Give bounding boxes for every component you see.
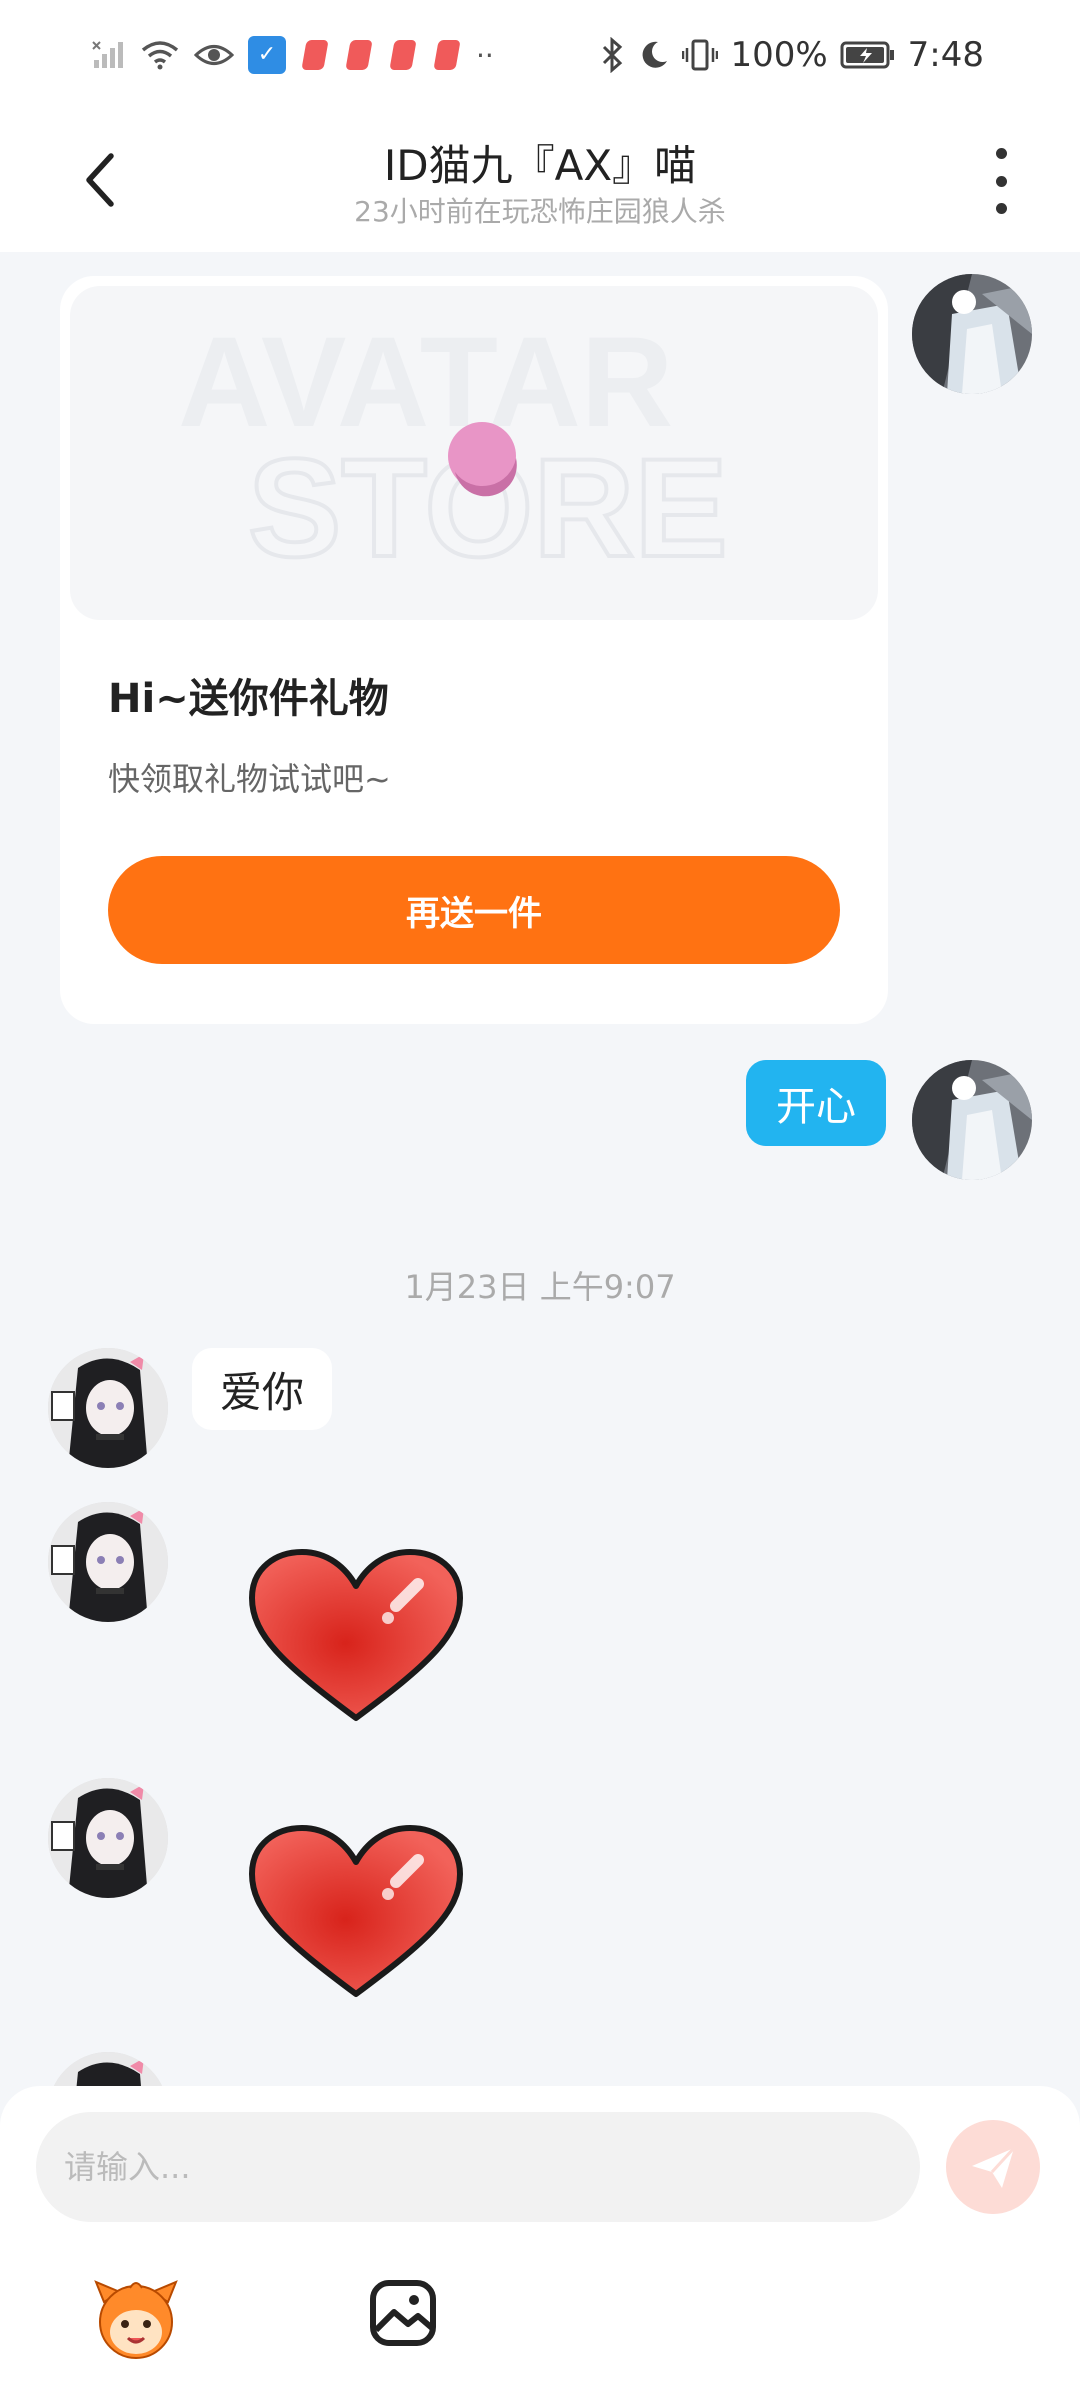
app-notification-icon-4 [433, 40, 461, 70]
gift-heading: Hi~送你件礼物 [108, 676, 389, 722]
emoji-button[interactable] [90, 2272, 182, 2364]
clock: 7:48 [907, 35, 984, 75]
more-notifications-icon: ·· [476, 38, 494, 72]
chat-screen: ✓ ·· 100% 7:48 ID猫九『AX』喵 23小时前在玩恐怖庄园狼人杀 … [0, 0, 1080, 2400]
heart-sticker-icon [249, 1549, 463, 1721]
emoji-mascot-icon [94, 2280, 178, 2359]
app-notification-icon-1 [301, 40, 329, 70]
more-options-button[interactable] [986, 148, 1016, 214]
heart-sticker[interactable] [246, 1822, 466, 2002]
my-avatar[interactable] [912, 274, 1032, 394]
moon-icon [643, 41, 668, 68]
app-notification-icon: ✓ [248, 36, 286, 74]
gift-card[interactable]: AVATAR STORE Hi~送你件礼物 快领取礼物试试吧~ 再送一件 [60, 276, 888, 1024]
send-another-gift-button[interactable]: 再送一件 [108, 856, 840, 964]
battery-percent: 100% [730, 35, 828, 75]
image-button[interactable] [368, 2278, 438, 2348]
heart-sticker[interactable] [246, 1546, 466, 1726]
send-icon [972, 2146, 1016, 2188]
gift-description: 快领取礼物试试吧~ [108, 760, 391, 798]
message-input[interactable] [36, 2112, 920, 2222]
wifi-icon [141, 41, 179, 70]
my-avatar[interactable] [912, 1060, 1032, 1180]
incoming-message-bubble[interactable]: 爱你 [192, 1348, 332, 1430]
message-timestamp: 1月23日 上午9:07 [404, 1268, 676, 1306]
avatar-image [48, 1348, 168, 1468]
contact-status: 23小时前在玩恐怖庄园狼人杀 [354, 195, 726, 228]
status-bar-left: ✓ ·· [92, 30, 494, 80]
more-icon [995, 148, 1007, 159]
app-notification-icon-3 [389, 40, 417, 70]
composer [0, 2086, 1080, 2400]
avatar-image [912, 1060, 1032, 1180]
avatar-image [48, 1778, 168, 1898]
contact-avatar[interactable] [48, 1778, 168, 1898]
app-notification-icon-2 [345, 40, 373, 70]
avatar-image [48, 1502, 168, 1622]
status-bar-right: 100% 7:48 [600, 30, 984, 80]
chat-header: ID猫九『AX』喵 23小时前在玩恐怖庄园狼人杀 [0, 110, 1080, 252]
contact-avatar[interactable] [48, 1348, 168, 1468]
bluetooth-icon [603, 37, 623, 73]
avatar-store-logo: AVATAR STORE [178, 311, 730, 588]
status-bar: ✓ ·· 100% 7:48 [0, 0, 1080, 110]
outgoing-message-bubble[interactable]: 开心 [746, 1060, 886, 1146]
vibrate-icon [682, 39, 719, 71]
contact-name[interactable]: ID猫九『AX』喵 [0, 132, 1080, 193]
battery-icon [840, 41, 894, 69]
heart-sticker-icon [249, 1825, 463, 1997]
avatar-image [912, 274, 1032, 394]
gift-banner: AVATAR STORE [70, 286, 878, 620]
send-button[interactable] [946, 2120, 1040, 2214]
eye-icon [194, 45, 234, 65]
signal-icon [92, 41, 123, 68]
contact-avatar[interactable] [48, 1502, 168, 1622]
image-icon [370, 2280, 436, 2346]
